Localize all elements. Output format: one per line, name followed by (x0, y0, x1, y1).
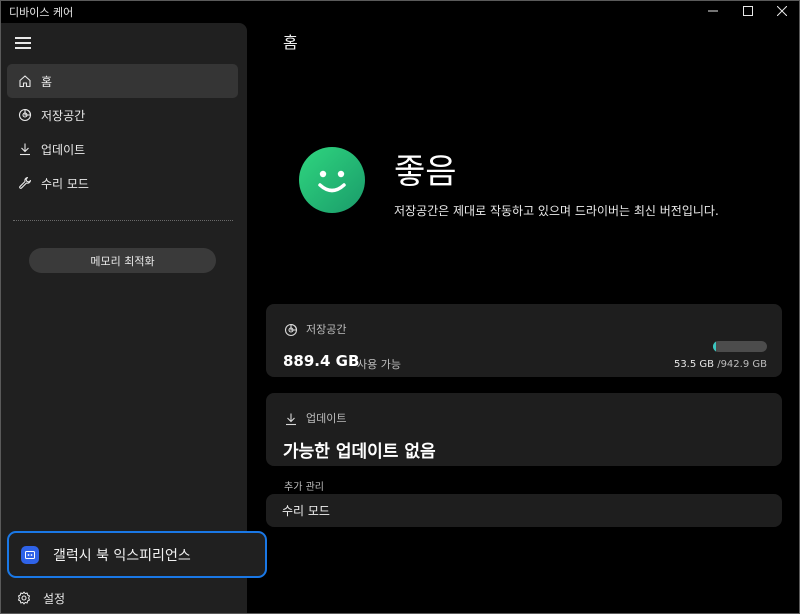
storage-icon (17, 107, 33, 123)
storage-used-value: 53.5 GB (673, 359, 715, 370)
sidebar-item-label: 홈 (41, 74, 53, 89)
storage-icon (284, 322, 298, 337)
card-title: 저장공간 (306, 323, 347, 336)
sidebar-item-label: 수리 모드 (41, 176, 89, 191)
maximize-icon (743, 6, 753, 16)
app-title: 디바이스 케어 (9, 6, 74, 19)
storage-free-label: 사용 가능 (357, 358, 401, 371)
storage-total-value: /942.9 GB (717, 359, 767, 370)
sidebar-item-settings[interactable]: 설정 (7, 585, 238, 611)
settings-label: 설정 (43, 591, 66, 606)
galaxy-book-experience-item[interactable]: 갤럭시 북 익스피리언스 (7, 531, 267, 578)
sidebar-item-label: 업데이트 (41, 142, 86, 157)
storage-free-value: 889.4 GB (283, 352, 360, 370)
optimize-memory-button[interactable]: 메모리 최적화 (29, 248, 216, 273)
sidebar-item-storage[interactable]: 저장공간 (7, 98, 238, 132)
status-title: 좋음 (394, 152, 457, 192)
minimize-button[interactable] (698, 1, 728, 21)
storage-used-text: 53.5 GB /942.9 GB (674, 359, 767, 370)
wrench-icon (17, 175, 33, 191)
galaxy-book-app-icon (21, 545, 39, 564)
storage-usage-fill (713, 341, 717, 352)
update-card[interactable]: 업데이트 가능한 업데이트 없음 (266, 393, 782, 466)
page-title: 홈 (283, 33, 298, 52)
close-button[interactable] (767, 1, 797, 21)
close-icon (777, 6, 787, 16)
app-window: 디바이스 케어 홈 저장공간 업데이트 수리 모드 메모리 최적화 설정 갤럭시… (0, 0, 800, 614)
minimize-icon (708, 10, 718, 12)
sidebar-divider (13, 220, 233, 221)
title-bar: 디바이스 케어 (1, 1, 799, 21)
home-icon (17, 73, 33, 89)
gear-icon (17, 590, 33, 606)
repair-mode-row[interactable]: 수리 모드 (266, 494, 782, 527)
smile-face-icon (299, 147, 365, 213)
hamburger-icon[interactable] (15, 36, 31, 50)
storage-card[interactable]: 저장공간 889.4 GB 사용 가능 53.5 GB /942.9 GB (266, 304, 782, 377)
sidebar-item-label: 저장공간 (41, 108, 86, 123)
sidebar-item-repair-mode[interactable]: 수리 모드 (7, 166, 238, 200)
storage-usage-bar (713, 341, 767, 352)
maximize-button[interactable] (733, 1, 763, 21)
sidebar-item-update[interactable]: 업데이트 (7, 132, 238, 166)
download-icon (284, 411, 298, 426)
card-title: 업데이트 (306, 412, 347, 425)
repair-mode-label: 수리 모드 (282, 504, 330, 518)
sidebar-item-home[interactable]: 홈 (7, 64, 238, 98)
card-header: 업데이트 (284, 410, 346, 426)
card-header: 저장공간 (284, 321, 346, 337)
sidebar: 홈 저장공간 업데이트 수리 모드 메모리 최적화 설정 (1, 23, 247, 613)
download-icon (17, 141, 33, 157)
extra-management-heading: 추가 관리 (284, 482, 324, 493)
promo-label: 갤럭시 북 익스피리언스 (53, 547, 191, 564)
update-status: 가능한 업데이트 없음 (283, 442, 436, 462)
status-description: 저장공간은 제대로 작동하고 있으며 드라이버는 최신 버전입니다. (394, 204, 719, 218)
